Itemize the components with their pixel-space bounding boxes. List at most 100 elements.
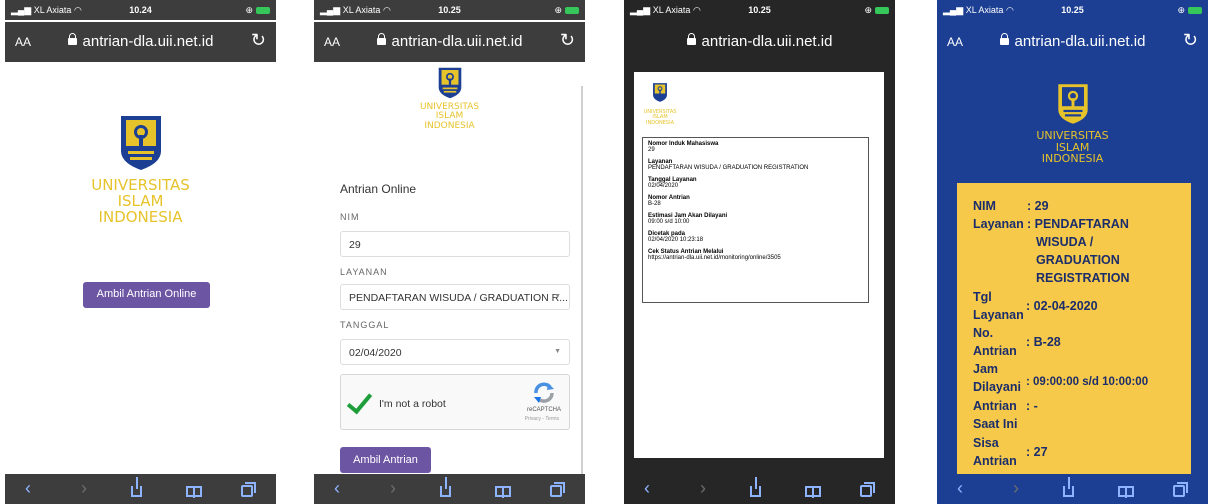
nim-label: NIM (340, 212, 360, 222)
url-text[interactable]: antrian-dla.uii.net.id (702, 33, 833, 50)
status-time: 10.25 (748, 5, 771, 15)
layanan-value-line: GRADUATION (1036, 253, 1120, 267)
browser-toolbar: ‹ › (624, 474, 895, 504)
reload-icon[interactable]: ↻ (1183, 30, 1198, 51)
university-name: UNIVERSITAS ISLAM INDONESIA (91, 176, 190, 226)
address-bar[interactable]: AA antrian-dla.uii.net.id ↻ (5, 22, 276, 62)
tgl-label: Tgl (973, 290, 992, 304)
layanan-label: Layanan (973, 217, 1024, 231)
bookmarks-icon[interactable] (805, 478, 821, 499)
saat-ini-label: Antrian (973, 399, 1017, 413)
uii-logo: UNIVERSITAS ISLAM INDONESIA (640, 82, 680, 126)
jam-label: Jam (973, 362, 999, 376)
ticket-document: UNIVERSITAS ISLAM INDONESIA Nomor Induk … (634, 72, 884, 458)
status-bar: ▂▄▆ XL Axiata ◠ 10.25 ⊕ (937, 0, 1208, 20)
ticket-item: Nomor Induk Mahasiswa 29 (648, 141, 719, 153)
tabs-icon[interactable] (1173, 478, 1188, 499)
forward-icon[interactable]: › (1013, 478, 1019, 499)
ticket-details: Nomor Induk Mahasiswa 29 Layanan PENDAFTAR… (642, 137, 869, 303)
share-icon[interactable] (440, 477, 451, 499)
url-text[interactable]: antrian-dla.uii.net.id (83, 33, 214, 50)
tanggal-select[interactable]: 02/04/2020 ▼ (340, 339, 570, 365)
status-bar: ▂▄▆ XL Axiata ◠ 10.25 ⊕ (624, 0, 895, 20)
forward-icon[interactable]: › (81, 478, 87, 499)
layanan-value-line: WISUDA / (1036, 235, 1094, 249)
url-text[interactable]: antrian-dla.uii.net.id (392, 33, 523, 50)
share-icon[interactable] (131, 477, 142, 499)
bookmarks-icon[interactable] (1118, 478, 1134, 499)
saat-ini-value: : - (1026, 399, 1038, 413)
browser-toolbar: ‹ › (5, 474, 276, 504)
reload-icon[interactable]: ↻ (560, 30, 575, 51)
ticket-item: Dicetak pada 02/04/2020 10:23:18 (648, 231, 704, 243)
nim-label: NIM (973, 199, 996, 213)
share-icon[interactable] (1063, 477, 1074, 499)
status-time: 10.25 (438, 5, 461, 15)
captcha-label: I'm not a robot (379, 398, 446, 410)
browser-toolbar: ‹ › (937, 474, 1208, 504)
lock-icon (999, 33, 1009, 45)
chevron-down-icon: ▼ (554, 348, 561, 355)
phone-screen-ticket: ▂▄▆ XL Axiata ◠ 10.25 ⊕ antrian-dla.uii.… (624, 0, 895, 504)
recaptcha-links[interactable]: Privacy - Terms (525, 416, 559, 422)
tabs-icon[interactable] (241, 478, 256, 499)
battery-icon: ⊕ (1177, 5, 1202, 16)
no-antrian-value: : B-28 (1026, 335, 1061, 349)
uii-emblem-icon (438, 67, 461, 99)
battery-icon: ⊕ (245, 5, 270, 16)
ticket-item: Tanggal Layanan 02/04/2020 (648, 177, 697, 189)
ticket-item[interactable]: Cek Status Antrian Melalui https://antria… (648, 249, 863, 261)
recaptcha-icon (534, 382, 554, 403)
take-queue-online-button[interactable]: Ambil Antrian Online (83, 282, 210, 308)
tabs-icon[interactable] (550, 478, 565, 499)
ticket-item: Layanan PENDAFTARAN WISUDA / GRADUATION R… (648, 159, 809, 171)
queue-status-card: NIM : 29 Layanan : PENDAFTARAN WISUDA / … (957, 183, 1191, 483)
layanan-value: : PENDAFTARAN (1027, 217, 1129, 231)
back-icon[interactable]: ‹ (957, 478, 963, 499)
back-icon[interactable]: ‹ (25, 478, 31, 499)
checkmark-icon[interactable] (346, 387, 373, 415)
saat-ini-label-line: Saat Ini (973, 417, 1018, 431)
forward-icon[interactable]: › (390, 478, 396, 499)
back-icon[interactable]: ‹ (334, 478, 340, 499)
tgl-value: : 02-04-2020 (1026, 299, 1098, 313)
address-bar[interactable]: antrian-dla.uii.net.id (624, 22, 895, 62)
no-antrian-label-line: Antrian (973, 344, 1017, 358)
recaptcha-widget[interactable]: I'm not a robot reCAPTCHA Privacy - Term… (340, 374, 570, 430)
uii-logo: UNIVERSITAS ISLAM INDONESIA (314, 66, 585, 131)
address-bar[interactable]: AA antrian-dla.uii.net.id ↻ (314, 22, 585, 62)
back-icon[interactable]: ‹ (644, 478, 650, 499)
forward-icon[interactable]: › (700, 478, 706, 499)
sisa-value: : 27 (1026, 445, 1048, 459)
university-name: UNIVERSITAS ISLAM INDONESIA (419, 102, 480, 131)
phone-screen-form: ▂▄▆ XL Axiata ◠ 10.25 ⊕ AA antrian-dla.u… (314, 0, 585, 504)
scrollbar[interactable] (581, 86, 583, 474)
address-bar[interactable]: AA antrian-dla.uii.net.id ↻ (937, 22, 1208, 62)
status-bar: ▂▄▆ XL Axiata ◠ 10.25 ⊕ (314, 0, 585, 20)
tanggal-label: TANGGAL (340, 320, 390, 330)
url-text[interactable]: antrian-dla.uii.net.id (1015, 33, 1146, 50)
tabs-icon[interactable] (860, 478, 875, 499)
recaptcha-brand: reCAPTCHA (526, 407, 561, 413)
lock-icon (376, 33, 386, 45)
bookmarks-icon[interactable] (495, 478, 511, 499)
university-name: UNIVERSITAS ISLAM INDONESIA (1036, 129, 1109, 166)
status-time: 10.25 (1061, 5, 1084, 15)
sisa-label-line: Antrian (973, 454, 1017, 468)
layanan-label: LAYANAN (340, 267, 388, 277)
no-antrian-label: No. (973, 326, 994, 340)
share-icon[interactable] (750, 477, 761, 499)
uii-emblem-icon (120, 116, 161, 170)
status-bar: ▂▄▆ XL Axiata ◠ 10.24 ⊕ (5, 0, 276, 20)
uii-logo: UNIVERSITAS ISLAM INDONESIA (5, 113, 276, 225)
bookmarks-icon[interactable] (186, 478, 202, 499)
layanan-select[interactable]: PENDAFTARAN WISUDA / GRADUATION R... ▼ (340, 284, 570, 310)
reload-icon[interactable]: ↻ (251, 30, 266, 51)
form-title: Antrian Online (340, 182, 417, 196)
submit-queue-button[interactable]: Ambil Antrian (340, 447, 431, 473)
nim-input[interactable]: 29 (340, 231, 570, 257)
battery-icon: ⊕ (864, 5, 889, 16)
uii-emblem-icon (1057, 84, 1088, 124)
jam-value: : 09:00:00 s/d 10:00:00 (1026, 376, 1149, 388)
uii-emblem-icon (653, 83, 667, 102)
